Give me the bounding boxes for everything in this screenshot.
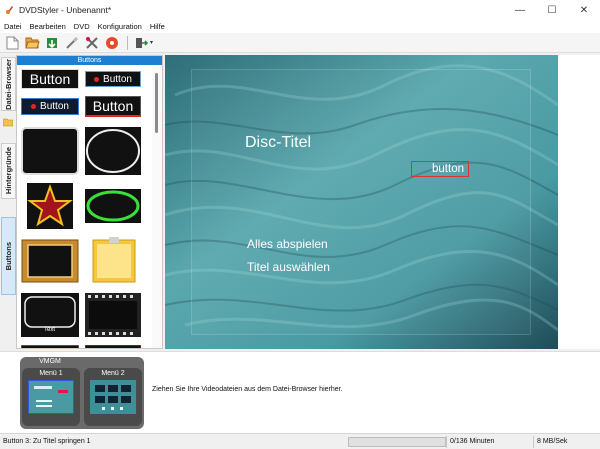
- status-separator: [446, 436, 447, 448]
- panel-scrollbar[interactable]: [152, 65, 162, 348]
- button-tile-dot-blue[interactable]: Button: [21, 98, 79, 115]
- vmgm-label: VMGM: [39, 358, 61, 365]
- select-title-button[interactable]: Titel auswählen: [247, 260, 330, 274]
- status-message: Button 3: Zu Titel springen 1: [3, 438, 91, 445]
- menu-hilfe[interactable]: Hilfe: [146, 22, 169, 31]
- new-icon[interactable]: [3, 34, 21, 52]
- tab-hintergruende[interactable]: Hintergründe: [1, 143, 16, 199]
- menu-bearbeiten[interactable]: Bearbeiten: [26, 22, 70, 31]
- burn-icon[interactable]: [103, 34, 121, 52]
- close-button[interactable]: ✕: [568, 0, 600, 20]
- tab-buttons[interactable]: Buttons: [1, 217, 16, 295]
- maximize-button[interactable]: ☐: [536, 0, 568, 20]
- scrollbar-thumb[interactable]: [155, 73, 158, 133]
- status-minutes: 0/136 Minuten: [450, 438, 495, 445]
- menu-2-thumbnail: [90, 380, 136, 414]
- tab-label: Buttons: [4, 241, 13, 271]
- play-all-button[interactable]: Alles abspielen: [247, 237, 328, 251]
- drop-hint: Ziehen Sie Ihre Videodateien aus dem Dat…: [152, 386, 343, 393]
- gold-frame-tile[interactable]: [21, 239, 79, 283]
- sticky-note-tile[interactable]: [91, 237, 137, 285]
- tab-label: Hintergründe: [4, 147, 13, 195]
- status-bar: Button 3: Zu Titel springen 1 0/136 Minu…: [0, 433, 600, 449]
- menu-editor: Disc-Titel button Alles abspielen Titel …: [165, 55, 600, 349]
- titleset-manager: VMGM Menü 1 Menü 2 Ziehen Sie Ihre Video…: [0, 351, 600, 433]
- minimize-button[interactable]: —: [504, 0, 536, 20]
- tab-label: Datei-Browser: [4, 58, 13, 110]
- rect-frame-tile[interactable]: [21, 127, 79, 175]
- star-tile[interactable]: [27, 183, 73, 229]
- menu-2-label: Menü 2: [101, 370, 125, 377]
- menu-1-thumbnail: [28, 380, 74, 414]
- green-oval-tile[interactable]: [85, 189, 141, 223]
- button-tile-dot[interactable]: Button: [85, 71, 141, 87]
- tile-label: Button: [29, 71, 71, 87]
- status-speed: 8 MB/Sek: [537, 438, 568, 445]
- tile-label: Button: [40, 101, 69, 112]
- text-frame-label: Text: [44, 327, 56, 333]
- dot-icon: [94, 76, 100, 82]
- title-bar: DVDStyler - Unbenannt* — ☐ ✕: [0, 0, 600, 20]
- menu-2-card[interactable]: Menü 2: [84, 368, 142, 426]
- vmgm-group: VMGM Menü 1 Menü 2: [20, 357, 144, 429]
- menu-dvd[interactable]: DVD: [70, 22, 94, 31]
- menu-konfiguration[interactable]: Konfiguration: [94, 22, 146, 31]
- buttons-panel: Buttons Button Button Button Button Text: [16, 55, 163, 349]
- partial-tile[interactable]: [85, 345, 141, 348]
- menu-datei[interactable]: Datei: [0, 22, 26, 31]
- button-tile-plain[interactable]: Button: [21, 69, 79, 89]
- menu-button-selected[interactable]: button: [411, 161, 469, 177]
- dot-icon: [31, 104, 37, 109]
- disc-usage-progress: [348, 437, 446, 447]
- menu-1-label: Menü 1: [39, 370, 63, 377]
- menu-bar: Datei Bearbeiten DVD Konfiguration Hilfe: [0, 20, 600, 33]
- side-tabs: Datei-Browser Hintergründe Buttons: [0, 55, 16, 349]
- film-strip-tile[interactable]: [85, 293, 141, 337]
- save-icon[interactable]: [43, 34, 61, 52]
- panel-header: Buttons: [17, 56, 162, 65]
- partial-tile[interactable]: [21, 345, 79, 348]
- tile-label: Button: [103, 73, 132, 85]
- tab-datei-browser[interactable]: Datei-Browser: [1, 57, 16, 111]
- window-title: DVDStyler - Unbenannt*: [19, 5, 112, 15]
- toolbar: ▾: [0, 33, 600, 53]
- app-icon: [6, 6, 13, 14]
- button-tile-underline[interactable]: Button: [85, 96, 141, 117]
- folder-icon: [3, 118, 13, 127]
- tile-label: Button: [92, 98, 134, 114]
- chevron-down-icon[interactable]: ▾: [150, 39, 153, 46]
- toolbar-separator: [127, 35, 128, 50]
- settings-icon[interactable]: [63, 34, 81, 52]
- status-separator: [533, 436, 534, 448]
- open-icon[interactable]: [23, 34, 41, 52]
- menu-1-card[interactable]: Menü 1: [22, 368, 80, 426]
- safe-area: [191, 69, 531, 335]
- disc-title[interactable]: Disc-Titel: [245, 134, 311, 152]
- tools-icon[interactable]: [83, 34, 101, 52]
- oval-frame-tile[interactable]: [85, 127, 141, 175]
- export-icon[interactable]: [132, 34, 150, 52]
- buttons-grid: Button Button Button Button Text: [17, 65, 153, 348]
